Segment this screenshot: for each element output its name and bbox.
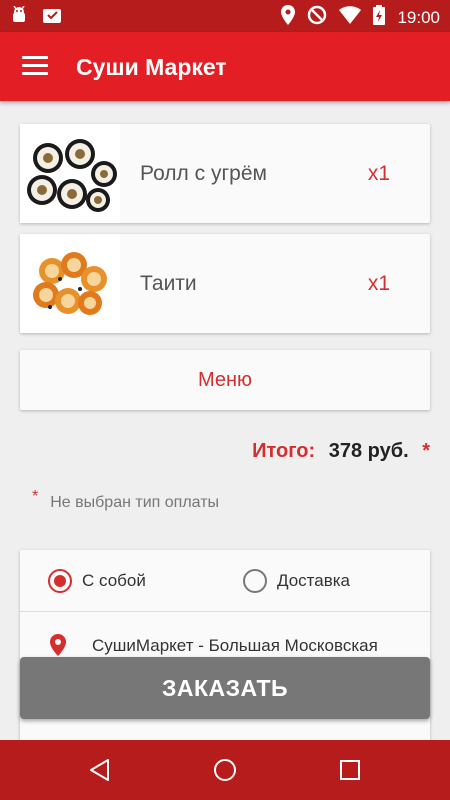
menu-button[interactable]: Меню: [20, 350, 430, 410]
baked-roll-image: [20, 234, 120, 333]
required-mark: *: [422, 440, 430, 462]
navigation-bar: [0, 740, 450, 800]
do-not-disturb-icon: [307, 5, 327, 30]
status-time: 19:00: [397, 7, 440, 27]
item-quantity: x1: [367, 162, 390, 185]
order-options-card: С собой Доставка СушиМаркет - Большая Мо…: [20, 550, 430, 750]
radio-unchecked-icon[interactable]: [243, 569, 267, 593]
home-icon[interactable]: [213, 758, 237, 787]
app-bar: Суши Маркет: [0, 32, 450, 101]
pickup-address: СушиМаркет - Большая Московская: [92, 636, 378, 655]
order-button[interactable]: ЗАКАЗАТЬ: [20, 657, 430, 719]
radio-checked-icon[interactable]: [48, 569, 72, 593]
item-name: Таити: [140, 272, 197, 295]
sushi-roll-image: [20, 124, 120, 223]
radio-label: С собой: [82, 571, 146, 590]
recents-icon[interactable]: [338, 758, 362, 787]
total-value: 378 руб.: [328, 440, 409, 462]
item-quantity: x1: [367, 272, 390, 295]
wifi-icon: [339, 6, 362, 29]
payment-warning: * Не выбран тип оплаты: [32, 488, 220, 512]
item-name: Ролл с угрём: [140, 162, 267, 185]
order-total: Итого: 378 руб. *: [252, 440, 430, 463]
delivery-type-group: С собой Доставка: [20, 550, 430, 612]
total-label: Итого:: [252, 440, 316, 462]
cart-item[interactable]: Ролл с угрём x1: [20, 124, 430, 223]
status-bar: 19:00: [0, 0, 450, 32]
required-mark: *: [32, 488, 39, 505]
payment-warning-text: Не выбран тип оплаты: [50, 494, 220, 511]
android-icon: [10, 5, 28, 29]
battery-icon: [373, 5, 386, 30]
radio-delivery[interactable]: Доставка: [243, 569, 350, 593]
back-icon[interactable]: [88, 758, 112, 787]
app-title: Суши Маркет: [76, 54, 227, 80]
hamburger-icon[interactable]: [22, 56, 48, 76]
radio-takeaway[interactable]: С собой: [48, 569, 146, 593]
radio-label: Доставка: [277, 571, 351, 590]
cart-item[interactable]: Таити x1: [20, 234, 430, 333]
location-icon: [281, 5, 296, 30]
download-icon: [42, 6, 62, 29]
